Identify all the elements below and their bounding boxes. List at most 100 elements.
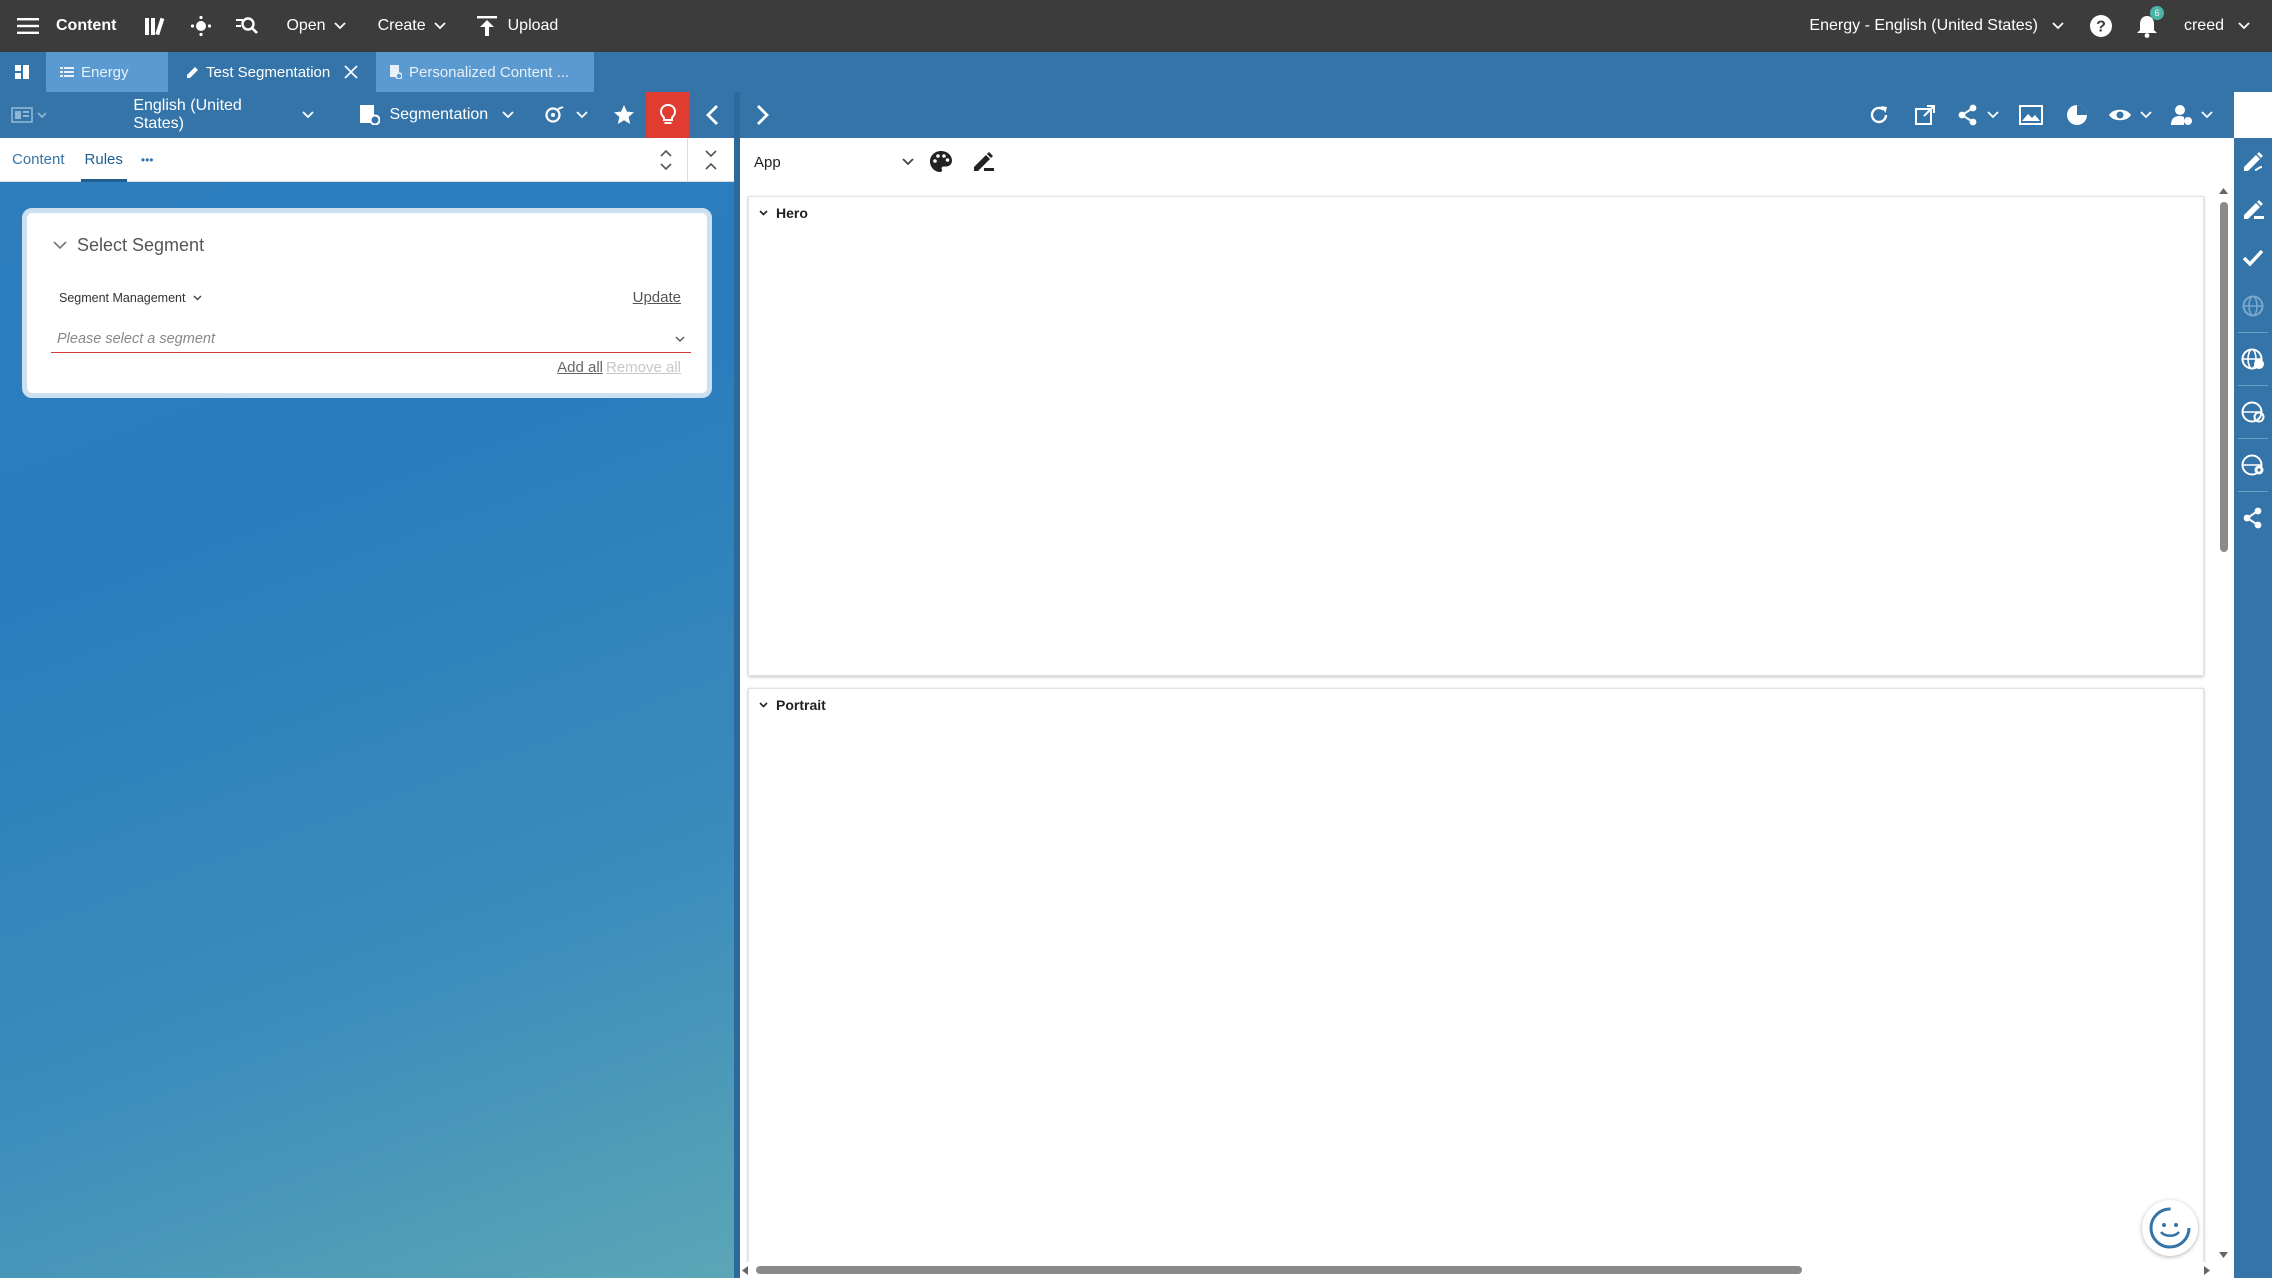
properties-button[interactable]	[2234, 138, 2272, 186]
app-title[interactable]: Content	[56, 0, 132, 52]
expand-all-button[interactable]	[644, 137, 688, 182]
chat-assistant-button[interactable]	[2142, 1200, 2198, 1256]
close-icon[interactable]	[344, 65, 358, 79]
chevron-down-icon	[759, 210, 776, 216]
targeting-button[interactable]	[514, 92, 588, 138]
chevron-down-icon	[2052, 22, 2064, 30]
palette-icon	[929, 150, 953, 174]
preview-options-bar: App	[740, 138, 2234, 186]
scroll-left-arrow-icon[interactable]	[742, 1266, 748, 1275]
collapse-chevron-icon[interactable]	[53, 241, 67, 250]
open-external-button[interactable]	[1902, 92, 1948, 138]
notifications-button[interactable]: 6	[2124, 0, 2170, 52]
scroll-up-arrow-icon[interactable]	[2219, 188, 2228, 194]
edit-button[interactable]	[2234, 186, 2272, 234]
share-button[interactable]	[2234, 494, 2272, 542]
vertical-scrollbar[interactable]	[2212, 186, 2234, 1266]
portrait-section-header[interactable]: Portrait	[759, 697, 826, 713]
horizontal-scroll-thumb[interactable]	[756, 1266, 1802, 1274]
hero-section-header[interactable]: Hero	[759, 205, 808, 221]
globe-check-icon	[2241, 348, 2265, 370]
add-all-link[interactable]: Add all	[557, 359, 603, 376]
image-preview-button[interactable]	[2008, 92, 2054, 138]
target-search-icon	[544, 105, 566, 125]
create-menu[interactable]: Create	[362, 0, 462, 52]
search-button[interactable]	[224, 0, 270, 52]
tab-energy[interactable]: Energy	[46, 52, 168, 92]
upload-icon	[476, 15, 498, 37]
scroll-right-arrow-icon[interactable]	[2204, 1266, 2210, 1275]
upload-label: Upload	[507, 17, 559, 34]
image-icon	[2019, 105, 2043, 125]
tab-label: Personalized Content ...	[409, 63, 570, 81]
section-title: Portrait	[776, 697, 826, 713]
menu-button[interactable]	[0, 0, 56, 52]
sync-button[interactable]	[2234, 388, 2272, 436]
locale-selector[interactable]: English (United States)	[57, 92, 315, 138]
time-travel-button[interactable]	[2054, 92, 2100, 138]
eye-icon	[2108, 107, 2132, 123]
horizontal-scrollbar[interactable]	[740, 1262, 2212, 1278]
upload-button[interactable]: Upload	[462, 0, 575, 52]
library-icon	[144, 16, 166, 36]
localize-button[interactable]	[2234, 441, 2272, 489]
dashboard-tab[interactable]	[0, 52, 44, 92]
publish-button	[2234, 282, 2272, 330]
chevron-right-icon	[756, 104, 770, 126]
edit-icon	[2241, 198, 2265, 222]
share-menu[interactable]	[1948, 92, 2008, 138]
more-tabs-button[interactable]: •••	[131, 138, 162, 182]
site-icon	[60, 67, 74, 77]
workflow-icon	[190, 15, 212, 37]
sidebar-separator	[2238, 332, 2268, 333]
publish-site-button[interactable]	[2234, 335, 2272, 383]
open-label: Open	[286, 17, 326, 34]
tab-personalized-content[interactable]: Personalized Content ...	[376, 52, 594, 92]
persona-menu[interactable]	[2160, 92, 2224, 138]
approve-button[interactable]	[2234, 234, 2272, 282]
hamburger-icon	[17, 18, 39, 34]
visibility-menu[interactable]	[2100, 92, 2160, 138]
collapse-left-button[interactable]	[690, 92, 734, 138]
segment-select[interactable]: Please select a segment	[51, 325, 691, 353]
help-button[interactable]: ?	[2078, 0, 2124, 52]
chevron-left-icon	[705, 104, 719, 126]
tab-content[interactable]: Content	[0, 138, 73, 182]
star-icon	[613, 104, 635, 126]
tab-rules[interactable]: Rules	[73, 138, 131, 182]
workflow-button[interactable]	[178, 0, 224, 52]
app-select[interactable]: App	[754, 147, 920, 177]
pen-edit-icon	[2241, 150, 2265, 174]
expand-right-button[interactable]	[740, 92, 786, 138]
dashboard-icon	[15, 65, 29, 79]
left-panel: English (United States) Segmentation Con…	[0, 92, 734, 1278]
scroll-down-arrow-icon[interactable]	[2219, 1252, 2228, 1258]
edit-mode-button[interactable]	[962, 141, 1004, 183]
left-tabs: Content Rules •••	[0, 137, 734, 182]
segmentation-label: Segmentation	[389, 106, 489, 123]
library-button[interactable]	[132, 0, 178, 52]
layout-switch-button[interactable]	[0, 92, 57, 138]
site-selector[interactable]: Energy - English (United States)	[1809, 0, 2078, 52]
segmentation-selector[interactable]: Segmentation	[314, 92, 514, 138]
expand-icon	[659, 148, 673, 172]
chevron-down-icon	[675, 336, 685, 342]
update-link[interactable]: Update	[633, 289, 681, 306]
segment-select-placeholder: Please select a segment	[57, 330, 215, 347]
vertical-scroll-thumb[interactable]	[2220, 202, 2228, 552]
user-menu[interactable]: creed	[2170, 0, 2272, 52]
left-toolbar: English (United States) Segmentation	[0, 92, 734, 138]
checkmark-icon	[2242, 249, 2264, 267]
reload-button[interactable]	[1856, 92, 1902, 138]
theme-button[interactable]	[920, 141, 962, 183]
collapse-icon	[704, 148, 718, 172]
user-label: creed	[2183, 17, 2224, 34]
tab-test-segmentation[interactable]: Test Segmentation	[172, 52, 372, 92]
favorite-button[interactable]	[602, 92, 646, 138]
segment-management-dropdown[interactable]: Segment Management	[59, 291, 202, 305]
ideas-button[interactable]	[646, 92, 691, 138]
collapse-all-button[interactable]	[688, 138, 734, 182]
chevron-down-icon	[333, 22, 346, 30]
globe-sync-icon	[2241, 401, 2265, 423]
open-menu[interactable]: Open	[270, 0, 361, 52]
